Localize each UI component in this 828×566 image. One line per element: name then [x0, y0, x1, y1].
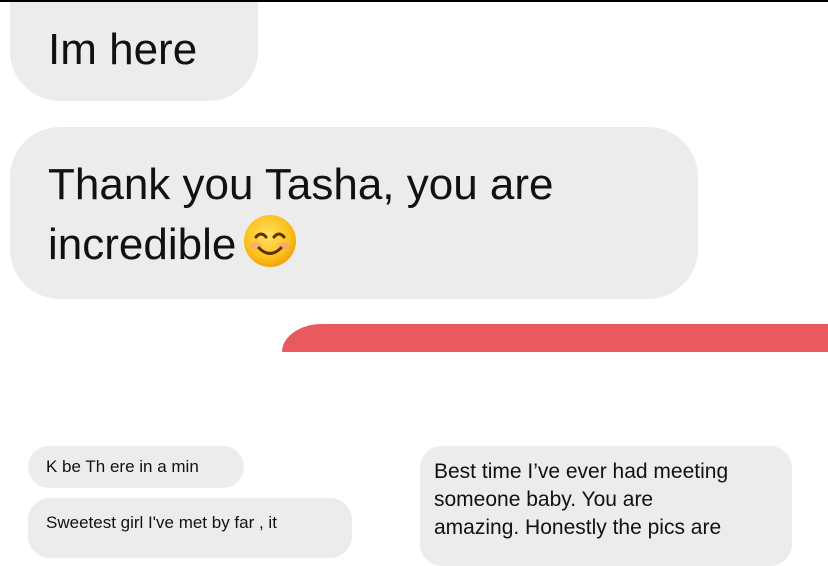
message-text: Sweetest girl I've met by far , it [46, 513, 277, 532]
message-bubble-best-time: Best time I’ve ever had meeting someone … [420, 446, 792, 566]
message-text-line-1: Thank you Tasha, you are [48, 160, 554, 209]
message-bubble-thank-you: Thank you Tasha, you are incredible [10, 127, 698, 299]
message-text-line-2: someone baby. You are [434, 488, 654, 511]
message-text-line-1: Best time I’ve ever had meeting [434, 460, 729, 483]
message-text: K be Th ere in a min [46, 457, 199, 476]
message-bubble-sweetest-girl: Sweetest girl I've met by far , it [28, 498, 352, 558]
message-text-line-2: incredible [48, 213, 698, 273]
message-text-line-2-words: incredible [48, 220, 237, 269]
message-bubble-be-there: K be Th ere in a min [28, 446, 244, 488]
smiling-face-emoji-icon [244, 215, 297, 267]
red-banner-bar [282, 324, 828, 352]
message-text-line-3: amazing. Honestly the pics are [434, 516, 722, 539]
message-text: Im here [48, 25, 198, 74]
message-bubble-im-here: Im here [10, 2, 258, 101]
